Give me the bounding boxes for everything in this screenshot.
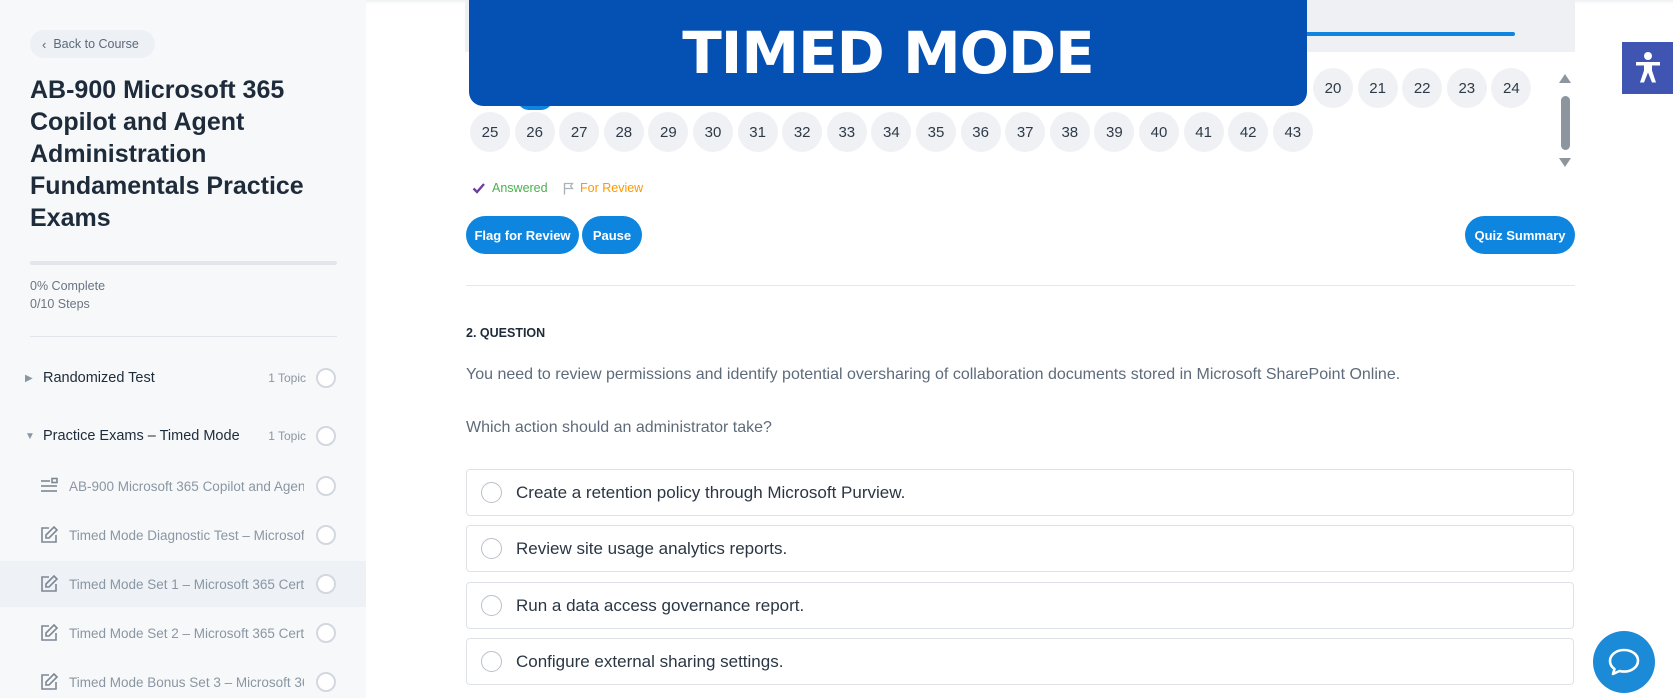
list-lines-icon — [41, 477, 58, 492]
question-number-button[interactable]: 43 — [1272, 112, 1313, 152]
chat-widget-button[interactable] — [1593, 631, 1655, 693]
question-number-button[interactable]: 37 — [1005, 112, 1046, 152]
question-number-button[interactable]: 30 — [693, 112, 733, 152]
course-sidebar: ‹ Back to Course AB-900 Microsoft 365 Co… — [0, 0, 366, 698]
quiz-status-circle — [316, 672, 336, 692]
answer-text: Create a retention policy through Micros… — [516, 482, 906, 502]
section-practice-exams-timed[interactable]: ▼ Practice Exams – Timed Mode 1 Topic — [0, 416, 366, 456]
accessibility-button[interactable] — [1622, 42, 1673, 94]
quiz-item[interactable]: Timed Mode Set 2 – Microsoft 365 Certifi… — [0, 610, 366, 656]
chat-bubble-icon — [1608, 648, 1640, 676]
section-label: Randomized Test — [43, 370, 155, 386]
back-to-course-button[interactable]: ‹ Back to Course — [30, 30, 155, 58]
radio-button[interactable] — [481, 482, 502, 503]
question-number-button[interactable]: 38 — [1049, 112, 1090, 152]
legend-answered-label: Answered — [492, 181, 548, 195]
quiz-label: Timed Mode Set 1 – Microsoft 365 Certifi… — [69, 576, 304, 592]
answer-option[interactable]: Run a data access governance report. — [466, 582, 1574, 629]
answer-text: Configure external sharing settings. — [516, 651, 784, 671]
scroll-up-arrow-icon[interactable] — [1559, 74, 1571, 83]
content-divider — [466, 285, 1575, 286]
section-randomized-test[interactable]: ▶ Randomized Test 1 Topic — [0, 358, 366, 398]
caret-down-icon: ▼ — [25, 430, 35, 442]
quiz-timer-bar — [1285, 32, 1515, 36]
question-number-button[interactable]: 32 — [782, 112, 823, 152]
banner-text: TIMED MODE — [682, 19, 1095, 87]
answer-text: Review site usage analytics reports. — [516, 538, 788, 558]
question-number-button[interactable]: 21 — [1357, 68, 1398, 108]
checkmark-icon — [472, 183, 485, 194]
back-to-course-label: Back to Course — [53, 37, 139, 51]
edit-square-icon — [41, 574, 59, 592]
legend-for-review-label: For Review — [580, 181, 644, 195]
section-label: Practice Exams – Timed Mode — [43, 428, 240, 444]
question-number-button[interactable]: 35 — [916, 112, 956, 152]
quiz-item-active[interactable]: Timed Mode Set 1 – Microsoft 365 Certifi… — [0, 561, 366, 607]
question-number-button[interactable]: 29 — [648, 112, 689, 152]
flag-icon — [563, 182, 574, 194]
lesson-label: AB-900 Microsoft 365 Copilot and Agent A… — [69, 478, 304, 494]
legend-for-review: For Review — [563, 181, 643, 195]
sidebar-divider — [30, 336, 337, 337]
radio-button[interactable] — [481, 651, 502, 672]
question-number-button[interactable]: 31 — [737, 112, 778, 152]
quiz-label: Timed Mode Set 2 – Microsoft 365 Certifi… — [69, 625, 304, 641]
question-number-button[interactable]: 20 — [1313, 68, 1353, 108]
answer-text: Run a data access governance report. — [516, 595, 805, 615]
question-number-button[interactable]: 36 — [960, 112, 1001, 152]
section-topic-count: 1 Topic — [268, 371, 306, 385]
legend-answered: Answered — [472, 181, 548, 195]
question-number-button[interactable]: 40 — [1139, 112, 1179, 152]
question-number-button[interactable]: 25 — [470, 112, 510, 152]
caret-right-icon: ▶ — [25, 372, 33, 384]
question-number-button[interactable]: 41 — [1183, 112, 1224, 152]
quiz-label: Timed Mode Diagnostic Test – Microsoft 3… — [69, 527, 304, 543]
answer-option[interactable]: Configure external sharing settings. — [466, 638, 1574, 685]
lesson-status-circle — [316, 476, 336, 496]
section-status-circle — [316, 426, 336, 446]
percent-complete: 0% Complete — [30, 279, 106, 293]
quiz-status-circle — [316, 623, 336, 643]
question-text: You need to review permissions and ident… — [466, 366, 1401, 383]
question-number-button[interactable]: 34 — [871, 112, 912, 152]
radio-button[interactable] — [481, 538, 502, 559]
question-prompt: Which action should an administrator tak… — [466, 419, 772, 436]
question-number-button[interactable]: 23 — [1446, 68, 1487, 108]
question-number: 2. QUESTION — [466, 326, 546, 340]
quiz-status-circle — [316, 525, 336, 545]
course-progress-bar — [30, 261, 337, 265]
course-title: AB-900 Microsoft 365 Copilot and Agent A… — [30, 76, 304, 232]
section-topic-count: 1 Topic — [268, 429, 306, 443]
question-number-button[interactable]: 28 — [603, 112, 644, 152]
answer-option[interactable]: Create a retention policy through Micros… — [466, 469, 1574, 516]
edit-square-icon — [41, 623, 59, 641]
scroll-down-arrow-icon[interactable] — [1559, 158, 1571, 167]
quiz-status-circle — [316, 574, 336, 594]
question-number-button[interactable]: 26 — [514, 112, 555, 152]
quiz-label: Timed Mode Bonus Set 3 – Microsoft 365 C… — [69, 674, 304, 690]
quiz-item[interactable]: Timed Mode Diagnostic Test – Microsoft 3… — [0, 512, 366, 558]
chevron-left-icon: ‹ — [42, 36, 47, 52]
lesson-item[interactable]: AB-900 Microsoft 365 Copilot and Agent A… — [0, 463, 366, 509]
question-number-button[interactable]: 33 — [826, 112, 867, 152]
flag-for-review-button[interactable]: Flag for Review — [466, 216, 579, 254]
question-number-button[interactable]: 42 — [1228, 112, 1269, 152]
accessibility-person-icon — [1635, 52, 1660, 83]
timed-mode-banner: TIMED MODE — [469, 0, 1307, 106]
question-number-button[interactable]: 22 — [1402, 68, 1443, 108]
question-nav-scrollbar[interactable] — [1561, 96, 1570, 150]
question-number-button[interactable]: 39 — [1094, 112, 1135, 152]
steps-count: 0/10 Steps — [30, 297, 90, 311]
section-status-circle — [316, 368, 336, 388]
answer-option[interactable]: Review site usage analytics reports. — [466, 525, 1574, 572]
quiz-summary-button[interactable]: Quiz Summary — [1465, 216, 1575, 254]
pause-button[interactable]: Pause — [582, 216, 642, 254]
question-number-button[interactable]: 24 — [1491, 68, 1532, 108]
edit-square-icon — [41, 525, 59, 543]
quiz-item[interactable]: Timed Mode Bonus Set 3 – Microsoft 365 C… — [0, 659, 366, 698]
edit-square-icon — [41, 672, 59, 690]
question-number-button[interactable]: 27 — [559, 112, 600, 152]
radio-button[interactable] — [481, 595, 502, 616]
